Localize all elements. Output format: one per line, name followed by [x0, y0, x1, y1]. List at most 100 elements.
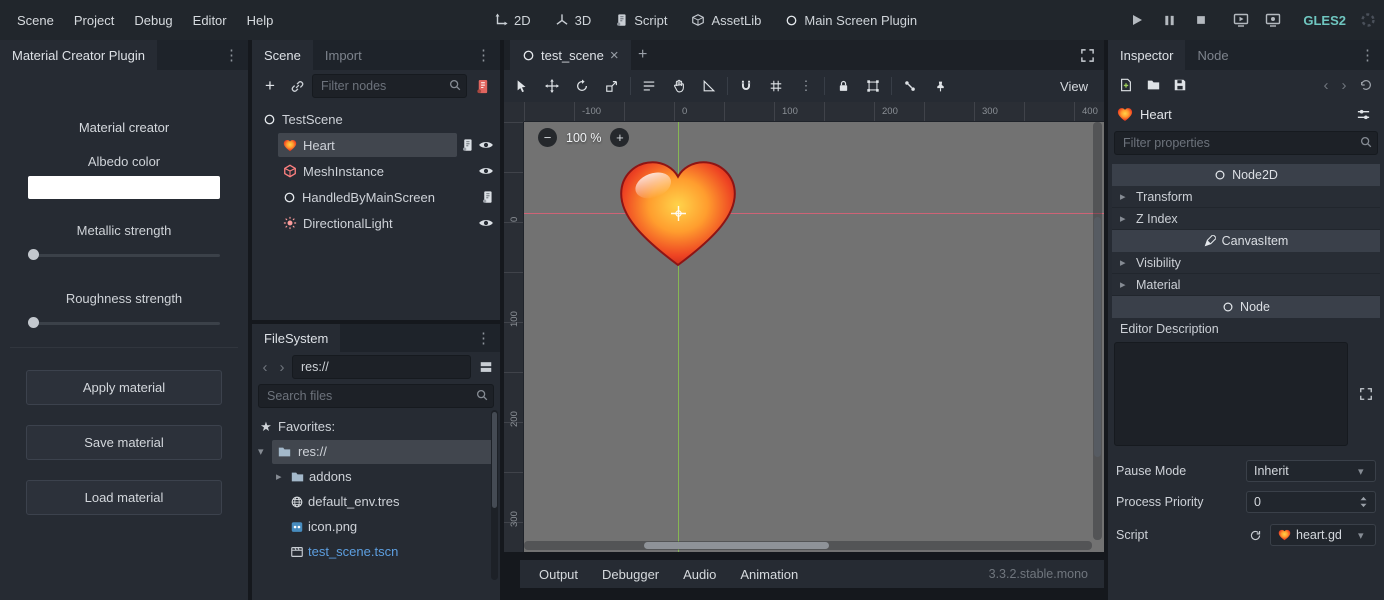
chevron-down-icon[interactable]: ▾: [258, 445, 268, 458]
menu-help[interactable]: Help: [238, 9, 283, 32]
dock-menu-button[interactable]: ⋮: [467, 40, 500, 70]
category-node2d[interactable]: Node2D: [1112, 164, 1380, 186]
section-transform[interactable]: ▸ Transform: [1112, 186, 1380, 208]
fs-back-button[interactable]: ‹: [258, 355, 272, 379]
process-priority-input[interactable]: 0: [1246, 491, 1376, 513]
fs-scrollbar[interactable]: [491, 410, 498, 580]
scene-node-testscene[interactable]: TestScene: [252, 106, 500, 132]
slider-grabber[interactable]: [28, 317, 39, 328]
tab-inspector[interactable]: Inspector: [1108, 40, 1185, 70]
new-scene-tab-button[interactable]: +: [631, 43, 655, 67]
filter-nodes-input[interactable]: [312, 74, 467, 98]
tab-import[interactable]: Import: [313, 40, 374, 70]
split-mode-button[interactable]: [474, 355, 498, 379]
editor-description-label-row[interactable]: Editor Description: [1112, 318, 1380, 340]
play-scene-button[interactable]: [1229, 8, 1253, 32]
history-forward-button[interactable]: ›: [1336, 73, 1352, 97]
apply-material-button[interactable]: Apply material: [26, 370, 222, 405]
smart-snap-button[interactable]: [734, 74, 758, 98]
dock-menu-button[interactable]: ⋮: [215, 40, 248, 70]
chevron-right-icon[interactable]: ▸: [276, 470, 286, 483]
stop-button[interactable]: [1189, 8, 1213, 32]
lock-object-button[interactable]: [831, 74, 855, 98]
renderer-select[interactable]: GLES2: [1303, 13, 1346, 28]
scene-node-meshinstance[interactable]: MeshInstance: [252, 158, 500, 184]
load-material-button[interactable]: Load material: [26, 480, 222, 515]
grid-snap-button[interactable]: [764, 74, 788, 98]
tab-material-creator-plugin[interactable]: Material Creator Plugin: [0, 40, 157, 70]
pause-mode-select[interactable]: Inherit ▾: [1246, 460, 1376, 482]
category-canvasitem[interactable]: CanvasItem: [1112, 230, 1380, 252]
zoom-in-button[interactable]: +: [610, 128, 629, 147]
rotate-tool-button[interactable]: [570, 74, 594, 98]
zoom-level-label[interactable]: 100 %: [566, 131, 601, 145]
zoom-out-button[interactable]: −: [538, 128, 557, 147]
canvas-vscrollbar[interactable]: [1093, 122, 1102, 540]
tab-scene[interactable]: Scene: [252, 40, 313, 70]
menu-editor[interactable]: Editor: [184, 9, 236, 32]
play-button[interactable]: [1125, 8, 1149, 32]
bottom-tab-debugger[interactable]: Debugger: [593, 563, 668, 586]
pause-button[interactable]: [1157, 8, 1181, 32]
new-resource-button[interactable]: [1114, 73, 1138, 97]
view-menu-button[interactable]: View: [1050, 76, 1098, 97]
skeleton-options-button[interactable]: [898, 74, 922, 98]
bottom-tab-output[interactable]: Output: [530, 563, 587, 586]
object-tools-button[interactable]: [1351, 102, 1375, 126]
editor-description-input[interactable]: [1114, 342, 1348, 446]
fs-forward-button[interactable]: ›: [275, 355, 289, 379]
instance-scene-button[interactable]: [285, 74, 309, 98]
visibility-eye-icon[interactable]: [478, 215, 494, 231]
canvas[interactable]: -100 0 100 200 300 400 0 100 200 300: [504, 102, 1104, 552]
scene-node-directionallight[interactable]: DirectionalLight: [252, 210, 500, 236]
close-tab-icon[interactable]: ×: [610, 47, 619, 64]
albedo-color-swatch[interactable]: [28, 176, 220, 199]
fs-item-icon-png[interactable]: icon.png: [252, 514, 500, 539]
metallic-strength-slider[interactable]: [28, 248, 220, 262]
workspace-main-screen-plugin[interactable]: Main Screen Plugin: [775, 9, 927, 32]
gizmo-cross[interactable]: [670, 205, 687, 222]
list-select-button[interactable]: [637, 74, 661, 98]
scene-node-heart[interactable]: Heart: [252, 132, 500, 158]
search-files-input[interactable]: [258, 384, 494, 408]
workspace-2d[interactable]: 2D: [484, 9, 541, 32]
filter-properties-input[interactable]: [1114, 131, 1378, 155]
roughness-strength-slider[interactable]: [28, 316, 220, 330]
bottom-tab-animation[interactable]: Animation: [731, 563, 807, 586]
ruler-tool-button[interactable]: [697, 74, 721, 98]
dock-menu-button[interactable]: ⋮: [1351, 40, 1384, 70]
bottom-tab-audio[interactable]: Audio: [674, 563, 725, 586]
scene-node-handledbymainscreen[interactable]: HandledByMainScreen: [252, 184, 500, 210]
visibility-eye-icon[interactable]: [478, 163, 494, 179]
slider-grabber[interactable]: [28, 249, 39, 260]
group-object-button[interactable]: [861, 74, 885, 98]
fs-scrollbar-thumb[interactable]: [492, 412, 497, 508]
snap-options-button[interactable]: ⋮: [794, 74, 818, 98]
tab-node[interactable]: Node: [1185, 40, 1240, 70]
fs-item-test-scene[interactable]: test_scene.tscn: [252, 539, 500, 564]
history-back-button[interactable]: ‹: [1318, 73, 1334, 97]
fs-item-res[interactable]: ▾ res://: [252, 439, 500, 464]
fs-path-input[interactable]: [292, 355, 471, 379]
tab-filesystem[interactable]: FileSystem: [252, 324, 340, 352]
script-icon[interactable]: [461, 138, 474, 152]
play-custom-scene-button[interactable]: [1261, 8, 1285, 32]
canvas-hscrollbar-thumb[interactable]: [644, 542, 829, 549]
section-material[interactable]: ▸ Material: [1112, 274, 1380, 296]
distraction-free-button[interactable]: [1071, 40, 1104, 70]
scene-tab-test-scene[interactable]: test_scene ×: [510, 40, 631, 70]
attach-script-button[interactable]: [470, 74, 494, 98]
fs-item-default-env[interactable]: default_env.tres: [252, 489, 500, 514]
save-material-button[interactable]: Save material: [26, 425, 222, 460]
category-node[interactable]: Node: [1112, 296, 1380, 318]
menu-project[interactable]: Project: [65, 9, 123, 32]
fs-favorites[interactable]: ★ Favorites:: [252, 414, 500, 439]
workspace-script[interactable]: Script: [605, 9, 677, 32]
add-node-button[interactable]: +: [258, 74, 282, 98]
canvas-hscrollbar[interactable]: [524, 541, 1092, 550]
fs-item-addons[interactable]: ▸ addons: [252, 464, 500, 489]
save-resource-button[interactable]: [1168, 73, 1192, 97]
spin-arrows-icon[interactable]: [1359, 496, 1368, 508]
dock-menu-button[interactable]: ⋮: [467, 324, 500, 352]
workspace-assetlib[interactable]: AssetLib: [681, 9, 771, 32]
